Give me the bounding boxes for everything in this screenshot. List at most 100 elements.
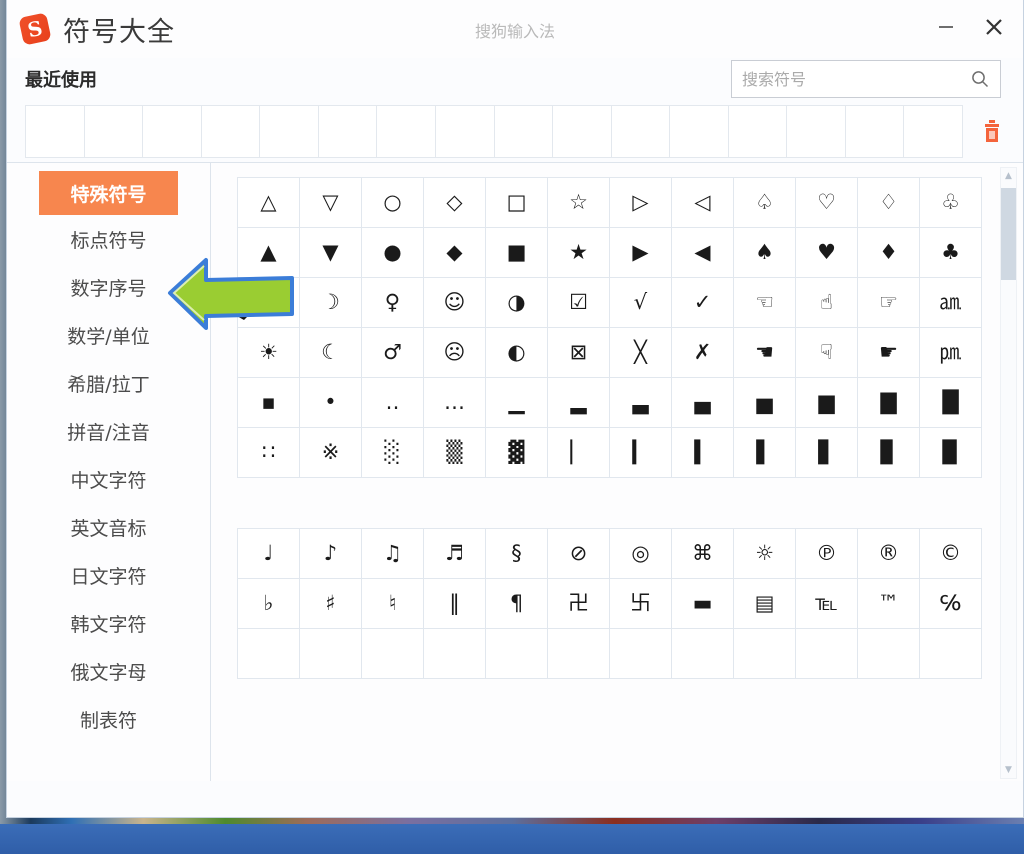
- symbol-cell[interactable]: ♢: [858, 178, 920, 228]
- symbol-cell[interactable]: ▍: [672, 428, 734, 478]
- symbol-cell[interactable]: ◐: [486, 328, 548, 378]
- recent-cell[interactable]: [318, 105, 378, 158]
- symbol-cell[interactable]: ☼: [734, 529, 796, 579]
- symbol-cell[interactable]: ☝: [796, 278, 858, 328]
- symbol-cell[interactable]: [548, 629, 610, 679]
- symbol-cell[interactable]: ▬: [672, 579, 734, 629]
- recent-cell[interactable]: [84, 105, 144, 158]
- symbol-cell[interactable]: ∷: [238, 428, 300, 478]
- symbol-cell[interactable]: ▪: [238, 378, 300, 428]
- symbol-cell[interactable]: ▏: [548, 428, 610, 478]
- symbol-cell[interactable]: ◎: [610, 529, 672, 579]
- trash-icon[interactable]: [981, 118, 1003, 144]
- symbol-cell[interactable]: ☟: [796, 328, 858, 378]
- symbol-cell[interactable]: ♀: [362, 278, 424, 328]
- sidebar-item-6[interactable]: 中文字符: [44, 455, 173, 503]
- symbol-cell[interactable]: ®: [858, 529, 920, 579]
- symbol-cell[interactable]: 卍: [548, 579, 610, 629]
- symbol-cell[interactable]: ♭: [238, 579, 300, 629]
- symbol-cell[interactable]: ▼: [300, 228, 362, 278]
- symbol-cell[interactable]: ♥: [796, 228, 858, 278]
- symbol-cell[interactable]: ☚: [734, 328, 796, 378]
- symbol-cell[interactable]: ⊠: [548, 328, 610, 378]
- symbol-cell[interactable]: ▲: [238, 228, 300, 278]
- symbol-cell[interactable]: ●: [362, 228, 424, 278]
- sidebar-item-0[interactable]: 特殊符号: [39, 171, 178, 215]
- search-icon[interactable]: [970, 69, 990, 89]
- recent-cell[interactable]: [728, 105, 788, 158]
- symbol-cell[interactable]: ♯: [300, 579, 362, 629]
- symbol-cell[interactable]: ♩: [238, 529, 300, 579]
- symbol-cell[interactable]: ☞: [858, 278, 920, 328]
- search-box[interactable]: [731, 60, 1001, 98]
- symbol-cell[interactable]: ◆: [424, 228, 486, 278]
- recent-cell[interactable]: [26, 105, 85, 158]
- symbol-cell[interactable]: ☑: [548, 278, 610, 328]
- symbol-cell[interactable]: ▒: [424, 428, 486, 478]
- sidebar-item-9[interactable]: 韩文字符: [44, 599, 173, 647]
- symbol-cell[interactable]: ☾: [300, 328, 362, 378]
- symbol-cell[interactable]: ㏂: [920, 278, 982, 328]
- symbol-cell[interactable]: █: [920, 378, 982, 428]
- symbol-cell[interactable]: ▓: [486, 428, 548, 478]
- symbol-cell[interactable]: …: [424, 378, 486, 428]
- symbol-cell[interactable]: ☛: [858, 328, 920, 378]
- symbol-cell[interactable]: ░: [362, 428, 424, 478]
- symbol-cell[interactable]: [300, 629, 362, 679]
- symbol-cell[interactable]: ✗: [672, 328, 734, 378]
- symbol-cell[interactable]: ▋: [796, 428, 858, 478]
- symbol-cell[interactable]: ▤: [734, 579, 796, 629]
- close-button[interactable]: [979, 12, 1009, 42]
- sidebar-item-1[interactable]: 标点符号: [44, 215, 173, 263]
- symbol-cell[interactable]: ‥: [362, 378, 424, 428]
- recent-cell[interactable]: [143, 105, 202, 158]
- symbol-cell[interactable]: ▆: [796, 378, 858, 428]
- minimize-button[interactable]: [931, 12, 961, 42]
- sidebar-item-7[interactable]: 英文音标: [44, 503, 173, 551]
- symbol-cell[interactable]: ▎: [610, 428, 672, 478]
- symbol-cell[interactable]: ™: [858, 579, 920, 629]
- symbol-cell[interactable]: □: [486, 178, 548, 228]
- symbol-cell[interactable]: ※: [300, 428, 362, 478]
- symbol-cell[interactable]: [858, 629, 920, 679]
- recent-cell[interactable]: [494, 105, 554, 158]
- sidebar-item-10[interactable]: 俄文字母: [44, 647, 173, 695]
- symbol-cell[interactable]: ℗: [796, 529, 858, 579]
- sidebar-item-3[interactable]: 数学/单位: [44, 311, 173, 359]
- symbol-cell[interactable]: ▇: [858, 378, 920, 428]
- recent-cell[interactable]: [787, 105, 846, 158]
- symbol-cell[interactable]: ◑: [486, 278, 548, 328]
- symbol-cell[interactable]: ℅: [920, 579, 982, 629]
- symbol-cell[interactable]: ‖: [424, 579, 486, 629]
- recent-cell[interactable]: [377, 105, 436, 158]
- recent-cell[interactable]: [670, 105, 729, 158]
- symbol-cell[interactable]: ☹: [424, 328, 486, 378]
- symbol-cell[interactable]: ◁: [672, 178, 734, 228]
- sidebar-item-2[interactable]: 数字序号: [44, 263, 173, 311]
- symbol-cell[interactable]: ■: [486, 228, 548, 278]
- symbol-cell[interactable]: ▷: [610, 178, 672, 228]
- symbol-cell[interactable]: [238, 629, 300, 679]
- recent-cell[interactable]: [904, 105, 963, 158]
- symbol-cell[interactable]: [424, 629, 486, 679]
- symbol-cell[interactable]: ℡: [796, 579, 858, 629]
- symbol-cell[interactable]: ♫: [362, 529, 424, 579]
- symbol-cell[interactable]: ♡: [796, 178, 858, 228]
- symbol-cell[interactable]: ╳: [610, 328, 672, 378]
- symbol-cell[interactable]: ♮: [362, 579, 424, 629]
- symbol-cell[interactable]: ♣: [920, 228, 982, 278]
- symbol-cell[interactable]: ♪: [300, 529, 362, 579]
- recent-cell[interactable]: [845, 105, 905, 158]
- recent-cell[interactable]: [260, 105, 319, 158]
- scroll-down-arrow[interactable]: ▼: [1001, 762, 1016, 778]
- symbol-cell[interactable]: ✓: [672, 278, 734, 328]
- symbol-cell[interactable]: ♦: [858, 228, 920, 278]
- symbol-cell[interactable]: ▶: [610, 228, 672, 278]
- symbol-cell[interactable]: ⌘: [672, 529, 734, 579]
- symbol-cell[interactable]: [796, 629, 858, 679]
- symbol-cell[interactable]: ☀: [238, 328, 300, 378]
- symbol-cell[interactable]: √: [610, 278, 672, 328]
- symbol-cell[interactable]: ✿: [238, 278, 300, 328]
- symbol-cell[interactable]: ♤: [734, 178, 796, 228]
- symbol-cell[interactable]: ♧: [920, 178, 982, 228]
